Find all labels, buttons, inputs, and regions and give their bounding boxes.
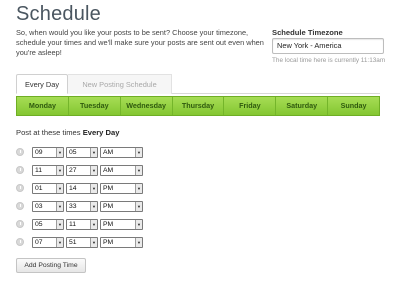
day-wednesday[interactable]: Wednesday bbox=[121, 97, 173, 115]
remove-time-icon[interactable] bbox=[16, 148, 24, 156]
hour-select[interactable]: 07 ▼ bbox=[32, 237, 64, 248]
hour-select[interactable]: 11 ▼ bbox=[32, 165, 64, 176]
chevron-down-icon: ▼ bbox=[90, 148, 97, 157]
remove-time-icon[interactable] bbox=[16, 184, 24, 192]
ampm-select[interactable]: PM ▼ bbox=[100, 219, 143, 230]
chevron-down-icon: ▼ bbox=[90, 202, 97, 211]
tab-every-day[interactable]: Every Day bbox=[16, 74, 68, 94]
minute-select[interactable]: 51 ▼ bbox=[66, 237, 98, 248]
hour-select[interactable]: 05 ▼ bbox=[32, 219, 64, 230]
chevron-down-icon: ▼ bbox=[56, 202, 63, 211]
add-posting-time-button[interactable]: Add Posting Time bbox=[16, 258, 86, 273]
schedule-tabs: Every Day New Posting Schedule bbox=[16, 74, 380, 94]
timezone-label: Schedule Timezone bbox=[272, 28, 343, 37]
day-bar: Monday Tuesday Wednesday Thursday Friday… bbox=[16, 96, 380, 116]
minute-select[interactable]: 11 ▼ bbox=[66, 219, 98, 230]
tab-new-posting-schedule[interactable]: New Posting Schedule bbox=[68, 74, 172, 94]
posting-prefix: Post at these times bbox=[16, 128, 81, 137]
chevron-down-icon: ▼ bbox=[56, 220, 63, 229]
chevron-down-icon: ▼ bbox=[135, 220, 142, 229]
ampm-select[interactable]: AM ▼ bbox=[100, 147, 143, 158]
chevron-down-icon: ▼ bbox=[56, 184, 63, 193]
chevron-down-icon: ▼ bbox=[56, 166, 63, 175]
hour-select[interactable]: 09 ▼ bbox=[32, 147, 64, 158]
ampm-select[interactable]: AM ▼ bbox=[100, 165, 143, 176]
remove-time-icon[interactable] bbox=[16, 220, 24, 228]
chevron-down-icon: ▼ bbox=[90, 238, 97, 247]
chevron-down-icon: ▼ bbox=[135, 238, 142, 247]
hour-select[interactable]: 03 ▼ bbox=[32, 201, 64, 212]
day-thursday[interactable]: Thursday bbox=[173, 97, 225, 115]
intro-text: So, when would you like your posts to be… bbox=[16, 28, 264, 57]
day-tuesday[interactable]: Tuesday bbox=[69, 97, 121, 115]
minute-select[interactable]: 33 ▼ bbox=[66, 201, 98, 212]
chevron-down-icon: ▼ bbox=[135, 184, 142, 193]
chevron-down-icon: ▼ bbox=[135, 202, 142, 211]
ampm-select[interactable]: PM ▼ bbox=[100, 183, 143, 194]
day-sunday[interactable]: Sunday bbox=[328, 97, 379, 115]
day-monday[interactable]: Monday bbox=[17, 97, 69, 115]
posting-heading: Post at these times Every Day bbox=[16, 128, 119, 137]
ampm-select[interactable]: PM ▼ bbox=[100, 237, 143, 248]
chevron-down-icon: ▼ bbox=[135, 148, 142, 157]
chevron-down-icon: ▼ bbox=[90, 166, 97, 175]
remove-time-icon[interactable] bbox=[16, 202, 24, 210]
timezone-input[interactable]: New York - America bbox=[272, 38, 384, 54]
ampm-select[interactable]: PM ▼ bbox=[100, 201, 143, 212]
chevron-down-icon: ▼ bbox=[56, 148, 63, 157]
posting-day: Every Day bbox=[82, 128, 120, 137]
remove-time-icon[interactable] bbox=[16, 238, 24, 246]
page-title: Schedule bbox=[16, 3, 101, 25]
chevron-down-icon: ▼ bbox=[90, 220, 97, 229]
minute-select[interactable]: 14 ▼ bbox=[66, 183, 98, 194]
chevron-down-icon: ▼ bbox=[135, 166, 142, 175]
minute-select[interactable]: 27 ▼ bbox=[66, 165, 98, 176]
chevron-down-icon: ▼ bbox=[90, 184, 97, 193]
minute-select[interactable]: 05 ▼ bbox=[66, 147, 98, 158]
remove-time-icon[interactable] bbox=[16, 166, 24, 174]
hour-select[interactable]: 01 ▼ bbox=[32, 183, 64, 194]
day-saturday[interactable]: Saturday bbox=[276, 97, 329, 115]
local-time-note: The local time here is currently 11:13am bbox=[272, 57, 386, 64]
day-friday[interactable]: Friday bbox=[224, 97, 277, 115]
chevron-down-icon: ▼ bbox=[56, 238, 63, 247]
